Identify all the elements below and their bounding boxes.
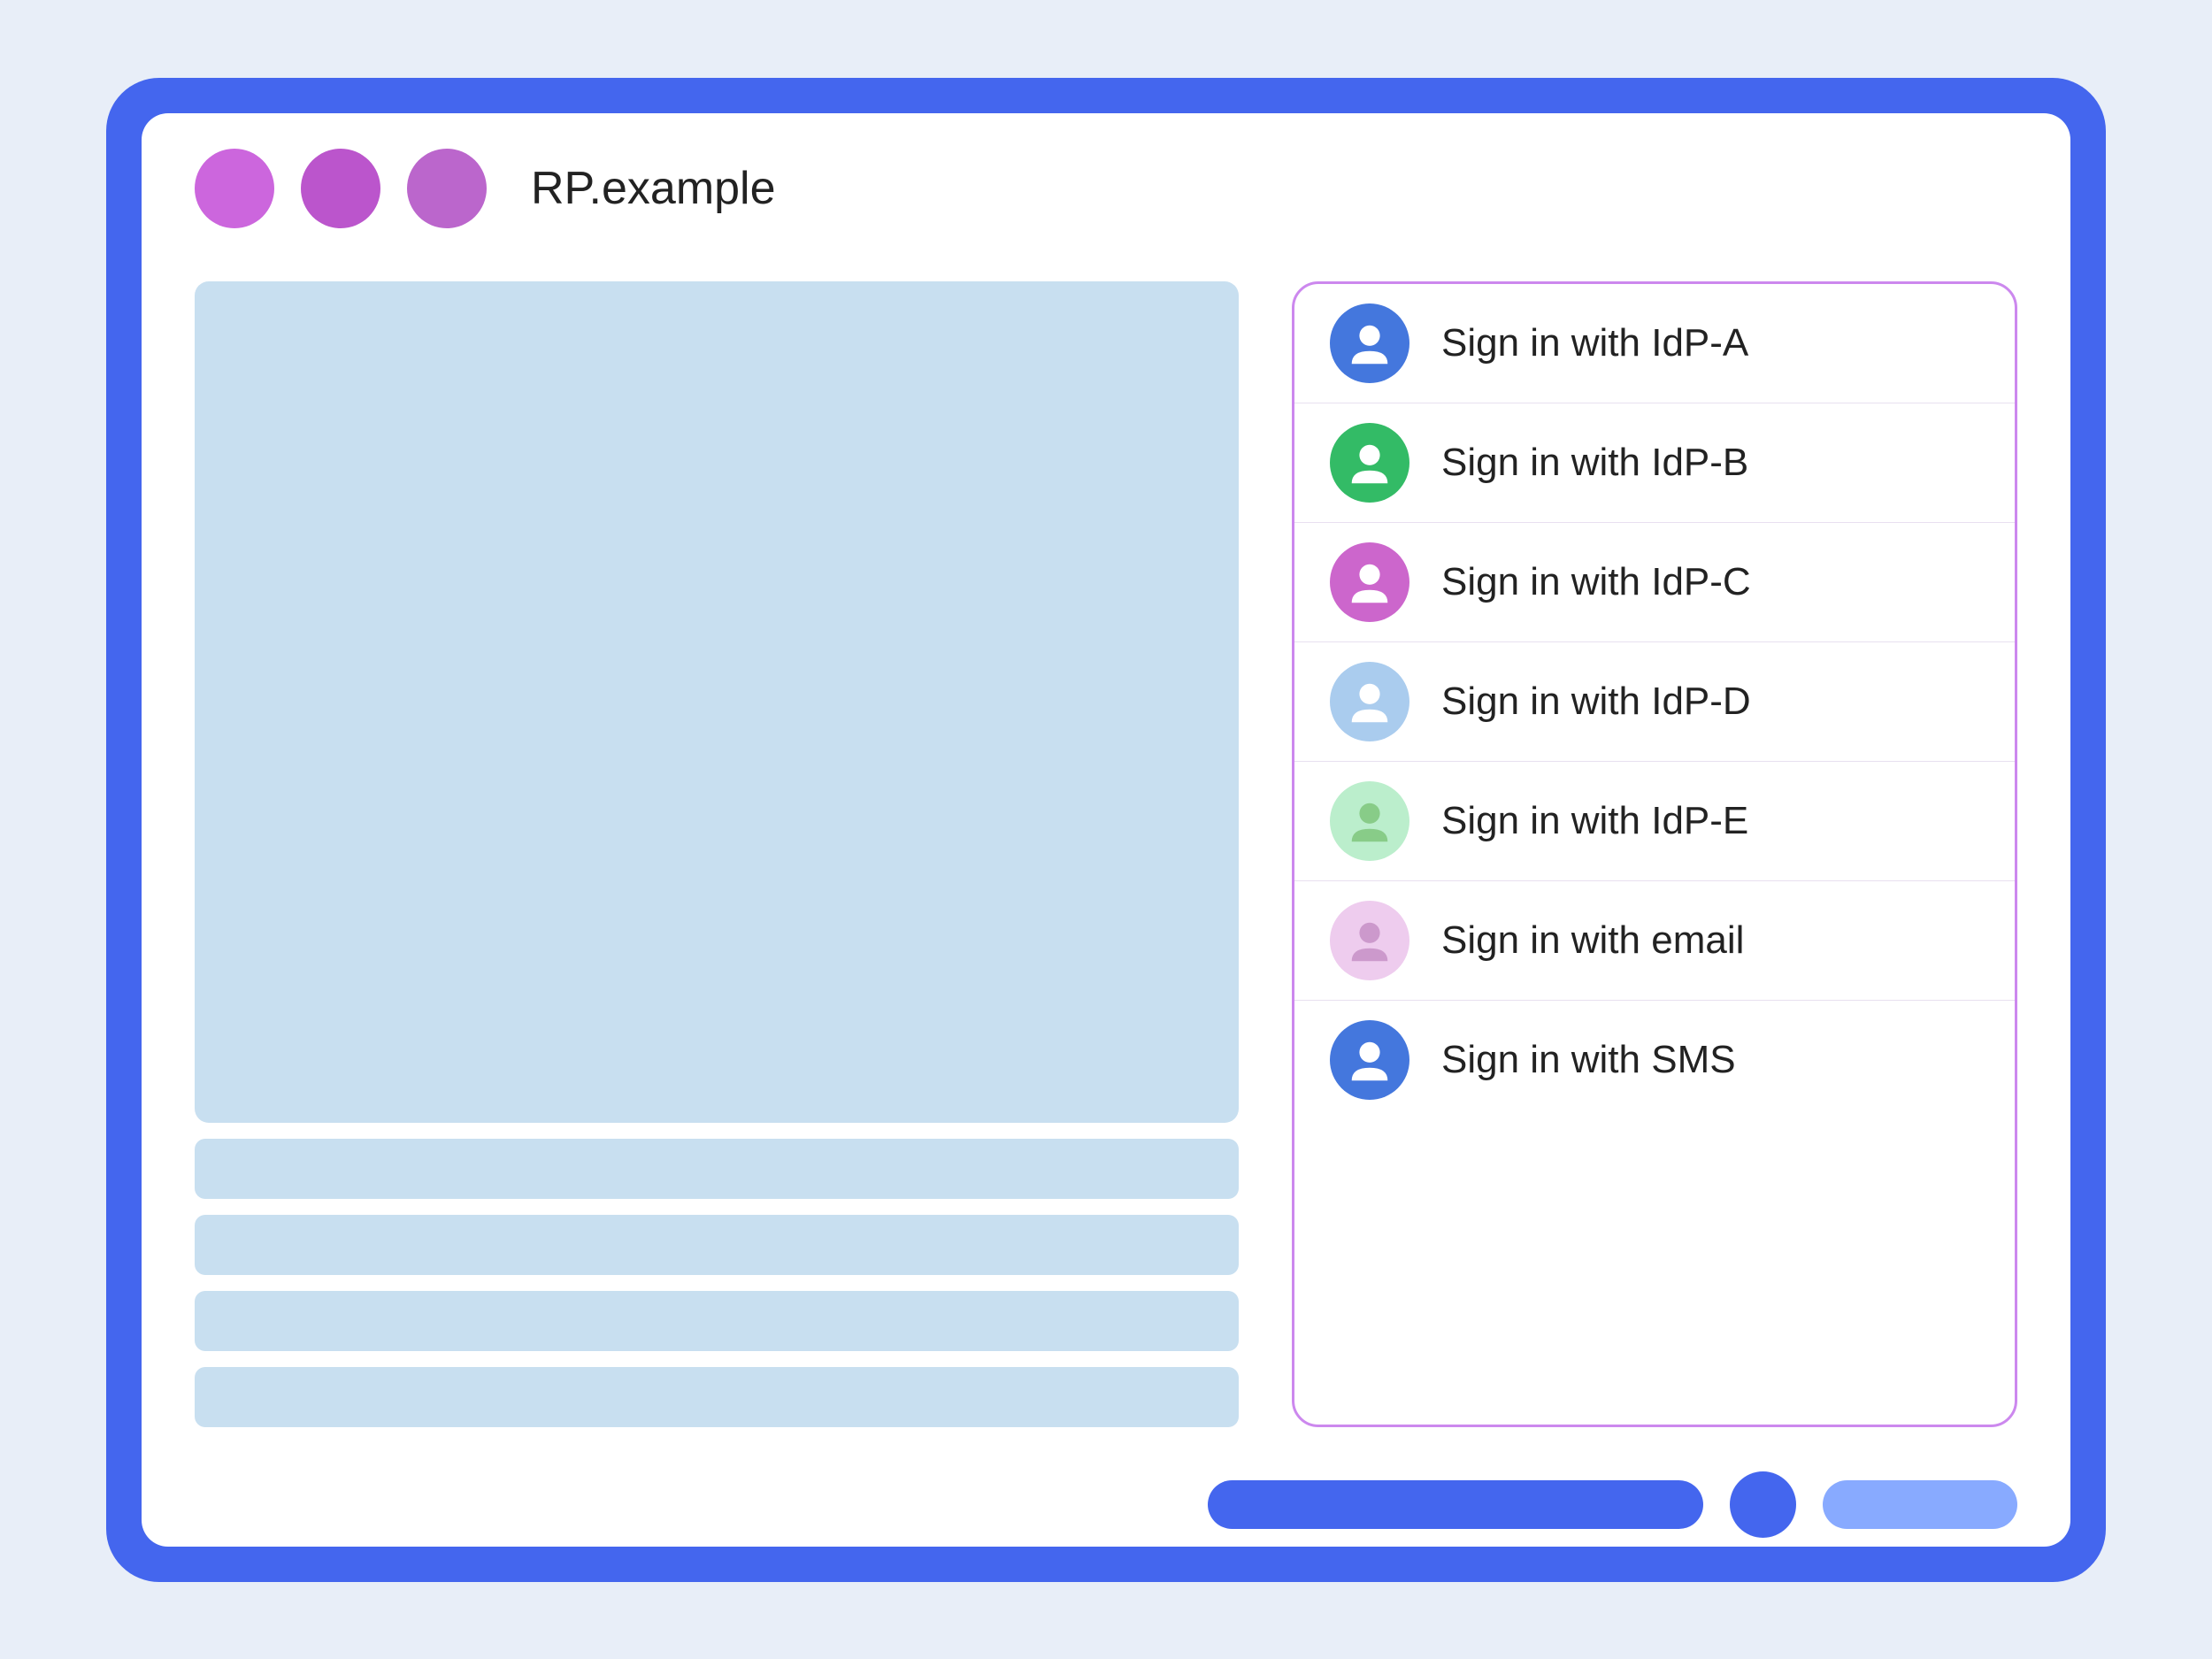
signin-item[interactable]: Sign in with email	[1294, 881, 2015, 1001]
signin-item[interactable]: Sign in with IdP-B	[1294, 403, 2015, 523]
dot-2	[301, 149, 380, 228]
left-row	[195, 1367, 1239, 1427]
browser-content: Sign in with IdP-A Sign in with IdP-B Sign…	[142, 264, 2070, 1454]
left-row	[195, 1215, 1239, 1275]
avatar-icon	[1330, 662, 1409, 741]
footer-pill	[1823, 1480, 2017, 1529]
signin-label: Sign in with IdP-C	[1441, 560, 1751, 604]
left-row	[195, 1291, 1239, 1351]
right-panel: Sign in with IdP-A Sign in with IdP-B Sign…	[1292, 281, 2017, 1427]
signin-label: Sign in with email	[1441, 918, 1744, 963]
browser-frame: RP.example Sign in with IdP-ASign in wit…	[106, 78, 2106, 1582]
signin-item[interactable]: Sign in with SMS	[1294, 1001, 2015, 1119]
avatar-icon	[1330, 423, 1409, 503]
dot-1	[195, 149, 274, 228]
browser-topbar: RP.example	[142, 113, 2070, 264]
avatar-icon	[1330, 901, 1409, 980]
footer-bar	[1208, 1480, 1703, 1529]
signin-item[interactable]: Sign in with IdP-A	[1294, 284, 2015, 403]
signin-item[interactable]: Sign in with IdP-D	[1294, 642, 2015, 762]
avatar-icon	[1330, 303, 1409, 383]
signin-label: Sign in with IdP-A	[1441, 321, 1748, 365]
browser-footer	[142, 1454, 2070, 1547]
signin-item[interactable]: Sign in with IdP-C	[1294, 523, 2015, 642]
browser-title: RP.example	[531, 162, 776, 215]
avatar-icon	[1330, 1020, 1409, 1100]
left-row	[195, 1139, 1239, 1199]
left-main-block	[195, 281, 1239, 1123]
signin-label: Sign in with IdP-D	[1441, 680, 1751, 724]
browser-inner: RP.example Sign in with IdP-ASign in wit…	[142, 113, 2070, 1547]
signin-label: Sign in with IdP-B	[1441, 441, 1748, 485]
signin-label: Sign in with SMS	[1441, 1038, 1736, 1082]
footer-dot	[1730, 1471, 1796, 1538]
signin-item[interactable]: Sign in with IdP-E	[1294, 762, 2015, 881]
left-panel	[195, 281, 1239, 1427]
signin-card: Sign in with IdP-A Sign in with IdP-B Sign…	[1292, 281, 2017, 1427]
signin-label: Sign in with IdP-E	[1441, 799, 1748, 843]
avatar-icon	[1330, 542, 1409, 622]
dot-3	[407, 149, 487, 228]
avatar-icon	[1330, 781, 1409, 861]
